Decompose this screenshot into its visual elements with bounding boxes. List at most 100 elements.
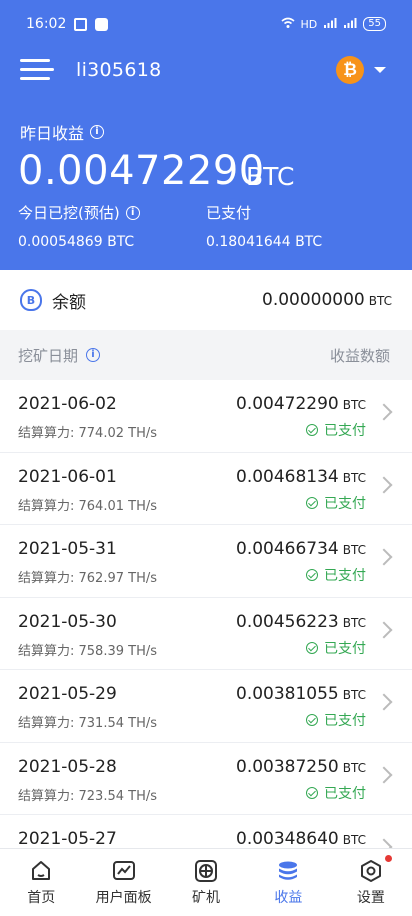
- row-amount-value: 0.00387250: [236, 756, 339, 777]
- earnings-header: 16:02 HD 55 li305618 ₿ 昨日收益 i 0.00472290…: [0, 0, 412, 270]
- battery-indicator: 55: [363, 17, 386, 31]
- wifi-icon: [281, 17, 295, 32]
- earnings-row[interactable]: 2021-05-28 结算算力: 723.54 TH/s 0.00387250 BTC…: [0, 742, 412, 815]
- signal-icon: [323, 17, 337, 32]
- row-status: 已支付: [306, 420, 366, 440]
- chevron-down-icon: [374, 67, 386, 73]
- check-circle-icon: [306, 496, 318, 509]
- row-amount-value: 0.00456223: [236, 611, 339, 632]
- nav-label: 首页: [27, 890, 56, 906]
- row-hashrate: 结算算力: 758.39 TH/s: [18, 643, 158, 659]
- check-circle-icon: [306, 714, 318, 726]
- row-date: 2021-05-28: [18, 756, 117, 777]
- check-circle-icon: [306, 569, 318, 581]
- nav-label: 矿机: [192, 890, 221, 906]
- row-status-text: 已支付: [324, 713, 366, 729]
- yesterday-unit: BTC: [246, 162, 295, 191]
- info-icon[interactable]: i: [90, 125, 105, 139]
- earnings-row[interactable]: 2021-05-31 结算算力: 762.97 TH/s 0.00466734 BTC…: [0, 525, 412, 598]
- coin-selector[interactable]: ₿: [336, 56, 386, 84]
- row-amount-unit: BTC: [342, 470, 366, 485]
- yesterday-earnings-label: 昨日收益 i: [20, 120, 105, 144]
- earnings-row[interactable]: 2021-06-01 结算算力: 764.01 TH/s 0.00468134 BTC…: [0, 452, 412, 525]
- row-date: 2021-06-01: [18, 466, 117, 487]
- check-circle-icon: [306, 786, 318, 799]
- username: li305618: [76, 59, 162, 81]
- chevron-right-icon: [375, 548, 393, 566]
- chevron-right-icon: [375, 766, 393, 783]
- row-status-text: 已支付: [324, 785, 366, 802]
- paid-value: 0.18041644 BTC: [206, 234, 323, 250]
- row-amount-unit: BTC: [342, 688, 366, 702]
- chevron-right-icon: [375, 476, 393, 493]
- earnings-row[interactable]: 2021-05-30 结算算力: 758.39 TH/s 0.00456223 BTC…: [0, 597, 412, 670]
- nav-miners[interactable]: 矿机: [165, 849, 247, 916]
- earnings-list: 2021-06-02 结算算力: 774.02 TH/s 0.00472290 BTC…: [0, 380, 412, 888]
- nav-label: 设置: [356, 890, 385, 906]
- bitcoin-icon: ₿: [336, 56, 364, 84]
- chevron-right-icon: [375, 693, 393, 711]
- row-amount: 0.00468134 BTC: [236, 467, 366, 487]
- list-header: 挖矿日期 i 收益数额: [0, 330, 412, 380]
- earnings-row[interactable]: 2021-06-02 结算算力: 774.02 TH/s 0.00472290 BTC…: [0, 380, 412, 453]
- notification-icon: [74, 17, 88, 31]
- row-amount-unit: BTC: [342, 543, 366, 557]
- row-amount-unit: BTC: [342, 833, 366, 847]
- clock: 16:02: [26, 16, 67, 32]
- date-column-header: 挖矿日期: [18, 346, 79, 365]
- coins-stack-icon: [279, 861, 298, 880]
- row-amount: 0.00348640 BTC: [236, 829, 366, 849]
- row-hashrate: 结算算力: 762.97 TH/s: [18, 571, 158, 586]
- row-status: 已支付: [306, 493, 366, 513]
- signal-icon-2: [343, 17, 357, 32]
- home-icon: [32, 861, 51, 880]
- settings-icon: [360, 860, 381, 882]
- nav-settings[interactable]: 设置: [330, 849, 412, 916]
- row-hashrate: 结算算力: 774.02 TH/s: [18, 426, 158, 441]
- menu-icon[interactable]: [20, 58, 54, 82]
- nav-label: 用户面板: [95, 890, 152, 906]
- info-icon[interactable]: i: [125, 205, 140, 220]
- row-hashrate: 结算算力: 723.54 TH/s: [18, 788, 158, 804]
- miner-icon: [195, 860, 218, 882]
- chevron-right-icon: [375, 621, 393, 638]
- row-hashrate: 结算算力: 731.54 TH/s: [18, 716, 158, 731]
- row-amount-value: 0.00472290: [236, 394, 339, 414]
- row-amount-unit: BTC: [342, 398, 366, 412]
- row-amount-unit: BTC: [342, 760, 366, 775]
- nav-earnings[interactable]: 收益: [247, 849, 329, 916]
- info-icon[interactable]: i: [86, 348, 101, 362]
- row-status: 已支付: [306, 710, 366, 730]
- row-amount: 0.00456223 BTC: [236, 612, 366, 632]
- status-bar: 16:02 HD 55: [0, 0, 412, 48]
- row-status: 已支付: [306, 638, 366, 658]
- row-date: 2021-05-30: [18, 611, 117, 632]
- earnings-row[interactable]: 2021-05-29 结算算力: 731.54 TH/s 0.00381055 BTC…: [0, 670, 412, 743]
- nav-label: 收益: [274, 890, 303, 906]
- balance-amount: 0.00000000: [262, 290, 365, 310]
- nav-home[interactable]: 首页: [0, 849, 82, 916]
- check-circle-icon: [306, 424, 318, 436]
- bottom-nav: 首页 用户面板 矿机 收益 设置: [0, 848, 412, 916]
- row-amount: 0.00472290 BTC: [236, 394, 366, 414]
- row-status-text: 已支付: [324, 568, 366, 584]
- balance-label: 余额: [52, 292, 86, 313]
- today-mined-value: 0.00054869 BTC: [18, 234, 135, 250]
- nav-dashboard[interactable]: 用户面板: [82, 849, 164, 916]
- row-amount: 0.00466734 BTC: [236, 539, 366, 559]
- row-status: 已支付: [306, 783, 366, 803]
- today-label-text: 今日已挖(预估): [18, 204, 120, 222]
- row-date: 2021-05-29: [18, 684, 117, 704]
- balance-row: B 余额 0.00000000 BTC: [0, 270, 412, 330]
- network-label: HD: [300, 17, 318, 31]
- row-status-text: 已支付: [324, 640, 366, 657]
- amount-column-header: 收益数额: [329, 346, 390, 365]
- row-hashrate: 结算算力: 764.01 TH/s: [18, 498, 158, 514]
- today-mined-label: 今日已挖(预估) i: [18, 202, 140, 223]
- row-amount-unit: BTC: [342, 615, 366, 630]
- check-circle-icon: [306, 641, 318, 654]
- row-date: 2021-06-02: [18, 394, 117, 414]
- row-amount-value: 0.00468134: [236, 466, 339, 487]
- row-date: 2021-05-31: [18, 539, 117, 559]
- chevron-right-icon: [375, 403, 393, 421]
